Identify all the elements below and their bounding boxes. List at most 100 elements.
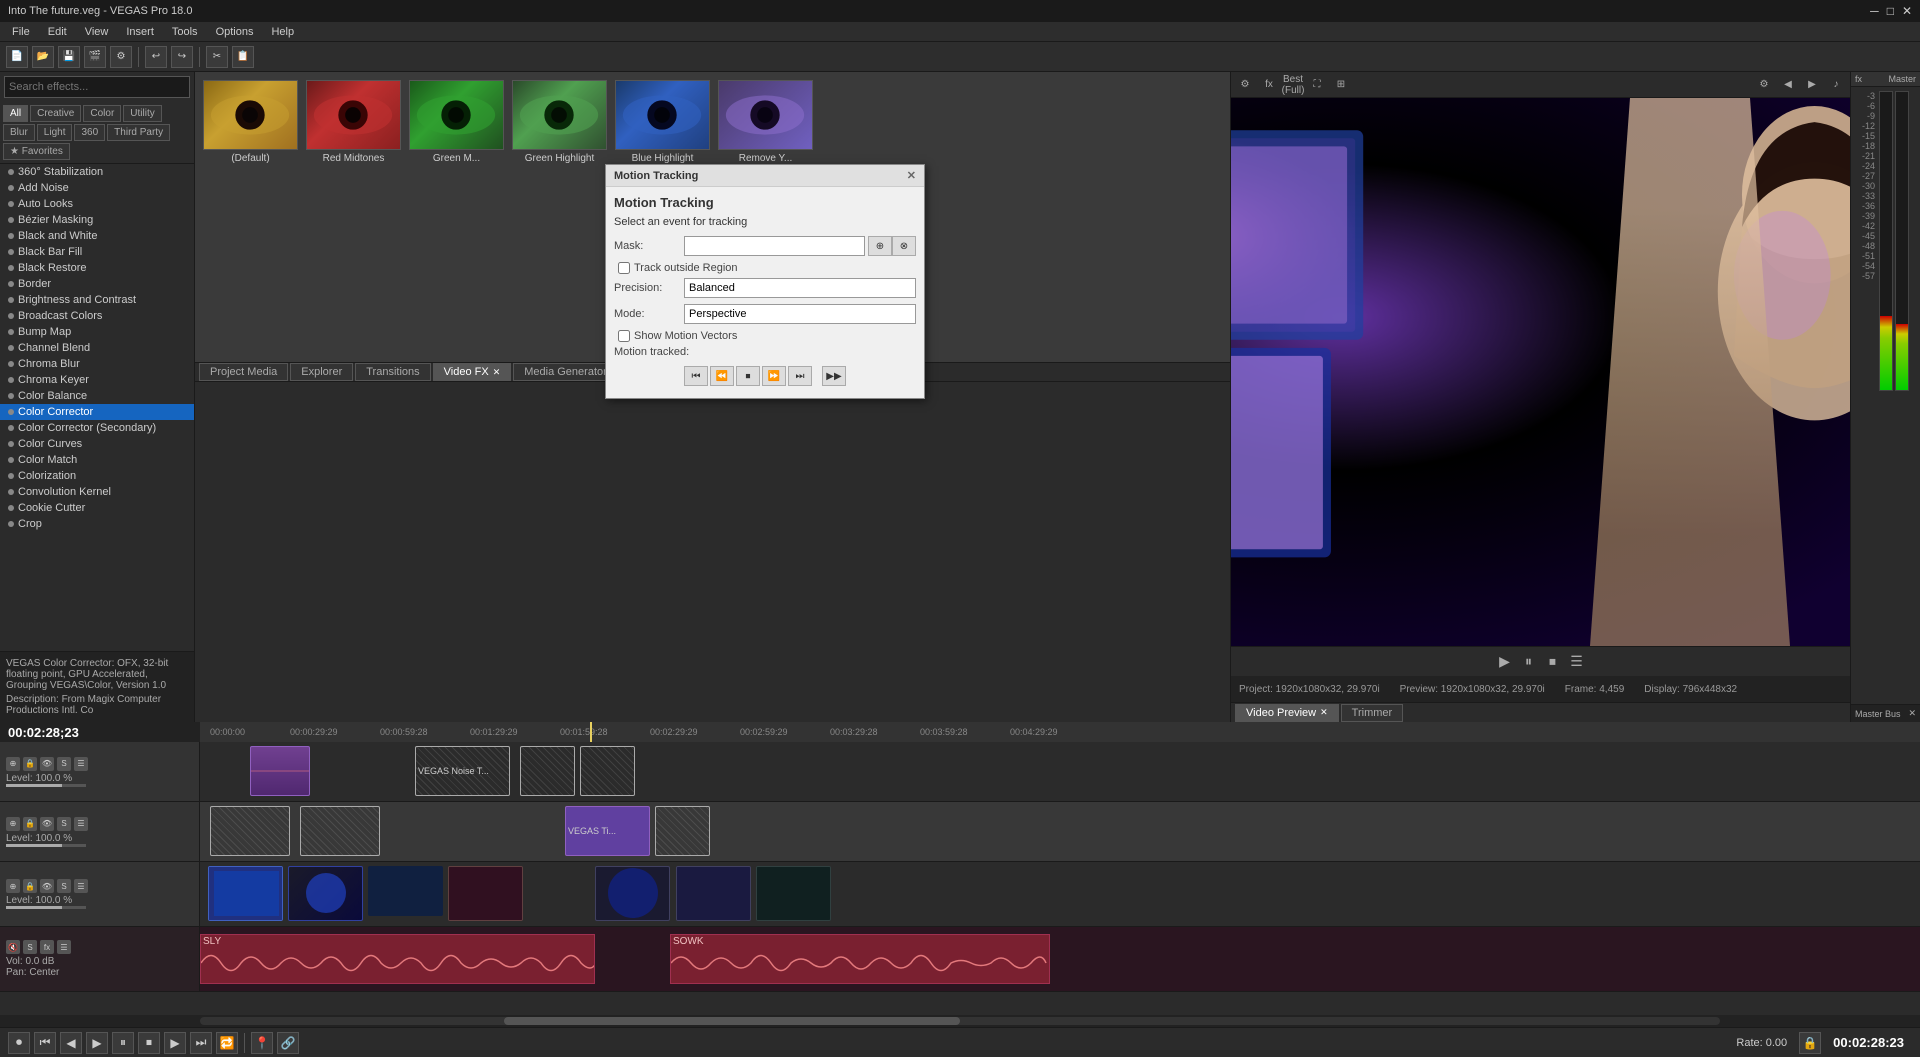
track-mute-icon[interactable]: 👁 — [40, 757, 54, 771]
fx-item[interactable]: Crop — [0, 516, 194, 532]
transport-prev-frame[interactable]: ◀ — [60, 1032, 82, 1054]
tab-video-fx-close[interactable]: ✕ — [493, 367, 501, 378]
dialog-close-btn[interactable]: ✕ — [907, 169, 916, 182]
fx-tab-360[interactable]: 360 — [74, 124, 105, 141]
dialog-end-btn[interactable]: ⏭ — [788, 366, 812, 386]
dialog-play-btn[interactable]: ⏮ — [684, 366, 708, 386]
audio-fx-icon[interactable]: fx — [40, 940, 54, 954]
track-clip-image[interactable] — [520, 746, 575, 796]
menu-view[interactable]: View — [77, 24, 117, 40]
track-solo-icon[interactable]: S — [57, 817, 71, 831]
tab-explorer[interactable]: Explorer — [290, 363, 353, 381]
transport-play[interactable]: ▶ — [86, 1032, 108, 1054]
fx-tab-favorites[interactable]: ★ Favorites — [3, 143, 70, 160]
track-compose-icon[interactable]: ⊕ — [6, 879, 20, 893]
track-menu-icon[interactable]: ☰ — [74, 757, 88, 771]
track-outside-checkbox[interactable] — [618, 262, 630, 274]
track-menu-icon[interactable]: ☰ — [74, 879, 88, 893]
dialog-track-btn[interactable]: ▶▶ — [822, 366, 846, 386]
track-clip[interactable] — [300, 806, 380, 856]
fx-tab-blur[interactable]: Blur — [3, 124, 35, 141]
tab-trimmer[interactable]: Trimmer — [1341, 704, 1404, 722]
track-mute-icon[interactable]: 👁 — [40, 817, 54, 831]
track-1-slider[interactable] — [6, 784, 86, 787]
preview-full-btn[interactable]: ⛶ — [1307, 76, 1327, 94]
playhead[interactable] — [590, 722, 592, 742]
fx-tab-creative[interactable]: Creative — [30, 105, 81, 122]
preview-next-btn[interactable]: ▶ — [1802, 76, 1822, 94]
tab-media-generator[interactable]: Media Generator — [513, 363, 618, 381]
mode-select[interactable]: Perspective Position Position/Scale — [684, 304, 916, 324]
track-clip-shutterstock-5[interactable] — [595, 866, 670, 921]
preview-prev-btn[interactable]: ◀ — [1778, 76, 1798, 94]
fx-item[interactable]: Add Noise — [0, 180, 194, 196]
new-btn[interactable]: 📄 — [6, 46, 28, 68]
mask-btn1[interactable]: ⊕ — [868, 236, 892, 256]
fx-item-color-match[interactable]: Color Match — [0, 452, 194, 468]
properties-btn[interactable]: ⚙ — [110, 46, 132, 68]
fx-item-broadcast-colors[interactable]: Broadcast Colors — [0, 308, 194, 324]
preview-audio-btn[interactable]: ♪ — [1826, 76, 1846, 94]
audio-solo-icon[interactable]: S — [23, 940, 37, 954]
render-btn[interactable]: 🎬 — [84, 46, 106, 68]
transport-pause[interactable]: ⏸ — [112, 1032, 134, 1054]
track-mute-icon[interactable]: 👁 — [40, 879, 54, 893]
fx-item-brightness-contrast[interactable]: Brightness and Contrast — [0, 292, 194, 308]
audio-clip-sly[interactable]: SLY — [200, 934, 595, 984]
menu-options[interactable]: Options — [208, 24, 262, 40]
stop-btn[interactable]: ⏹ — [1544, 653, 1562, 671]
track-clip-vegas-ti[interactable]: VEGAS Ti... — [565, 806, 650, 856]
track-solo-icon[interactable]: S — [57, 757, 71, 771]
menu-btn[interactable]: ☰ — [1568, 653, 1586, 671]
track-clip-image2[interactable] — [580, 746, 635, 796]
fx-tab-color[interactable]: Color — [83, 105, 121, 122]
video-preview-close[interactable]: ✕ — [1320, 707, 1328, 718]
preview-settings2-btn[interactable]: ⚙ — [1754, 76, 1774, 94]
timeline-ruler[interactable]: 00:00:00 00:00:29:29 00:00:59:28 00:01:2… — [200, 722, 1920, 742]
preview-fx-btn[interactable]: fx — [1259, 76, 1279, 94]
track-lock-icon[interactable]: 🔒 — [23, 879, 37, 893]
menu-file[interactable]: File — [4, 24, 38, 40]
fx-item[interactable]: 360° Stabilization — [0, 164, 194, 180]
undo-btn[interactable]: ↩ — [145, 46, 167, 68]
track-clip[interactable] — [210, 806, 290, 856]
track-clip-sourav[interactable] — [756, 866, 831, 921]
track-3-slider[interactable] — [6, 906, 86, 909]
menu-edit[interactable]: Edit — [40, 24, 75, 40]
dialog-next-btn[interactable]: ⏩ — [762, 366, 786, 386]
tab-transitions[interactable]: Transitions — [355, 363, 430, 381]
dialog-prev-btn[interactable]: ⏪ — [710, 366, 734, 386]
h-scrollbar-thumb[interactable] — [504, 1017, 960, 1025]
tab-video-preview[interactable]: Video Preview ✕ — [1235, 704, 1339, 722]
dialog-stop-btn[interactable]: ⏹ — [736, 366, 760, 386]
fx-tab-all[interactable]: All — [3, 105, 28, 122]
track-lock-icon[interactable]: 🔒 — [23, 757, 37, 771]
track-clip-shutterstock-2[interactable] — [288, 866, 363, 921]
menu-tools[interactable]: Tools — [164, 24, 206, 40]
track-clip[interactable] — [655, 806, 710, 856]
h-scrollbar-track[interactable] — [200, 1017, 1720, 1025]
track-compose-icon[interactable]: ⊕ — [6, 757, 20, 771]
transport-rewind[interactable]: ⏮ — [34, 1032, 56, 1054]
track-lock-icon[interactable]: 🔒 — [23, 817, 37, 831]
transport-forward[interactable]: ⏭ — [190, 1032, 212, 1054]
fx-item[interactable]: Colorization — [0, 468, 194, 484]
fx-tab-utility[interactable]: Utility — [123, 105, 161, 122]
transport-record[interactable]: ⏺ — [8, 1032, 30, 1054]
fx-item[interactable]: Color Balance — [0, 388, 194, 404]
transport-timecode-lock[interactable]: 🔒 — [1799, 1032, 1821, 1054]
play-btn[interactable]: ▶ — [1496, 653, 1514, 671]
fx-tab-light[interactable]: Light — [37, 124, 73, 141]
minimize-btn[interactable]: ─ — [1870, 4, 1879, 18]
fx-item-color-curves[interactable]: Color Curves — [0, 436, 194, 452]
fx-item[interactable]: Chroma Blur — [0, 356, 194, 372]
track-solo-icon[interactable]: S — [57, 879, 71, 893]
close-btn[interactable]: ✕ — [1902, 4, 1912, 18]
audio-mute-icon[interactable]: 🔇 — [6, 940, 20, 954]
copy-btn[interactable]: 📋 — [232, 46, 254, 68]
preview-split-btn[interactable]: ⊞ — [1331, 76, 1351, 94]
track-clip-shutterstock-3[interactable] — [368, 866, 443, 916]
track-menu-icon[interactable]: ☰ — [74, 817, 88, 831]
fx-thumb-red[interactable]: Red Midtones — [306, 80, 401, 354]
track-clip-shutterstock-4[interactable] — [448, 866, 523, 921]
